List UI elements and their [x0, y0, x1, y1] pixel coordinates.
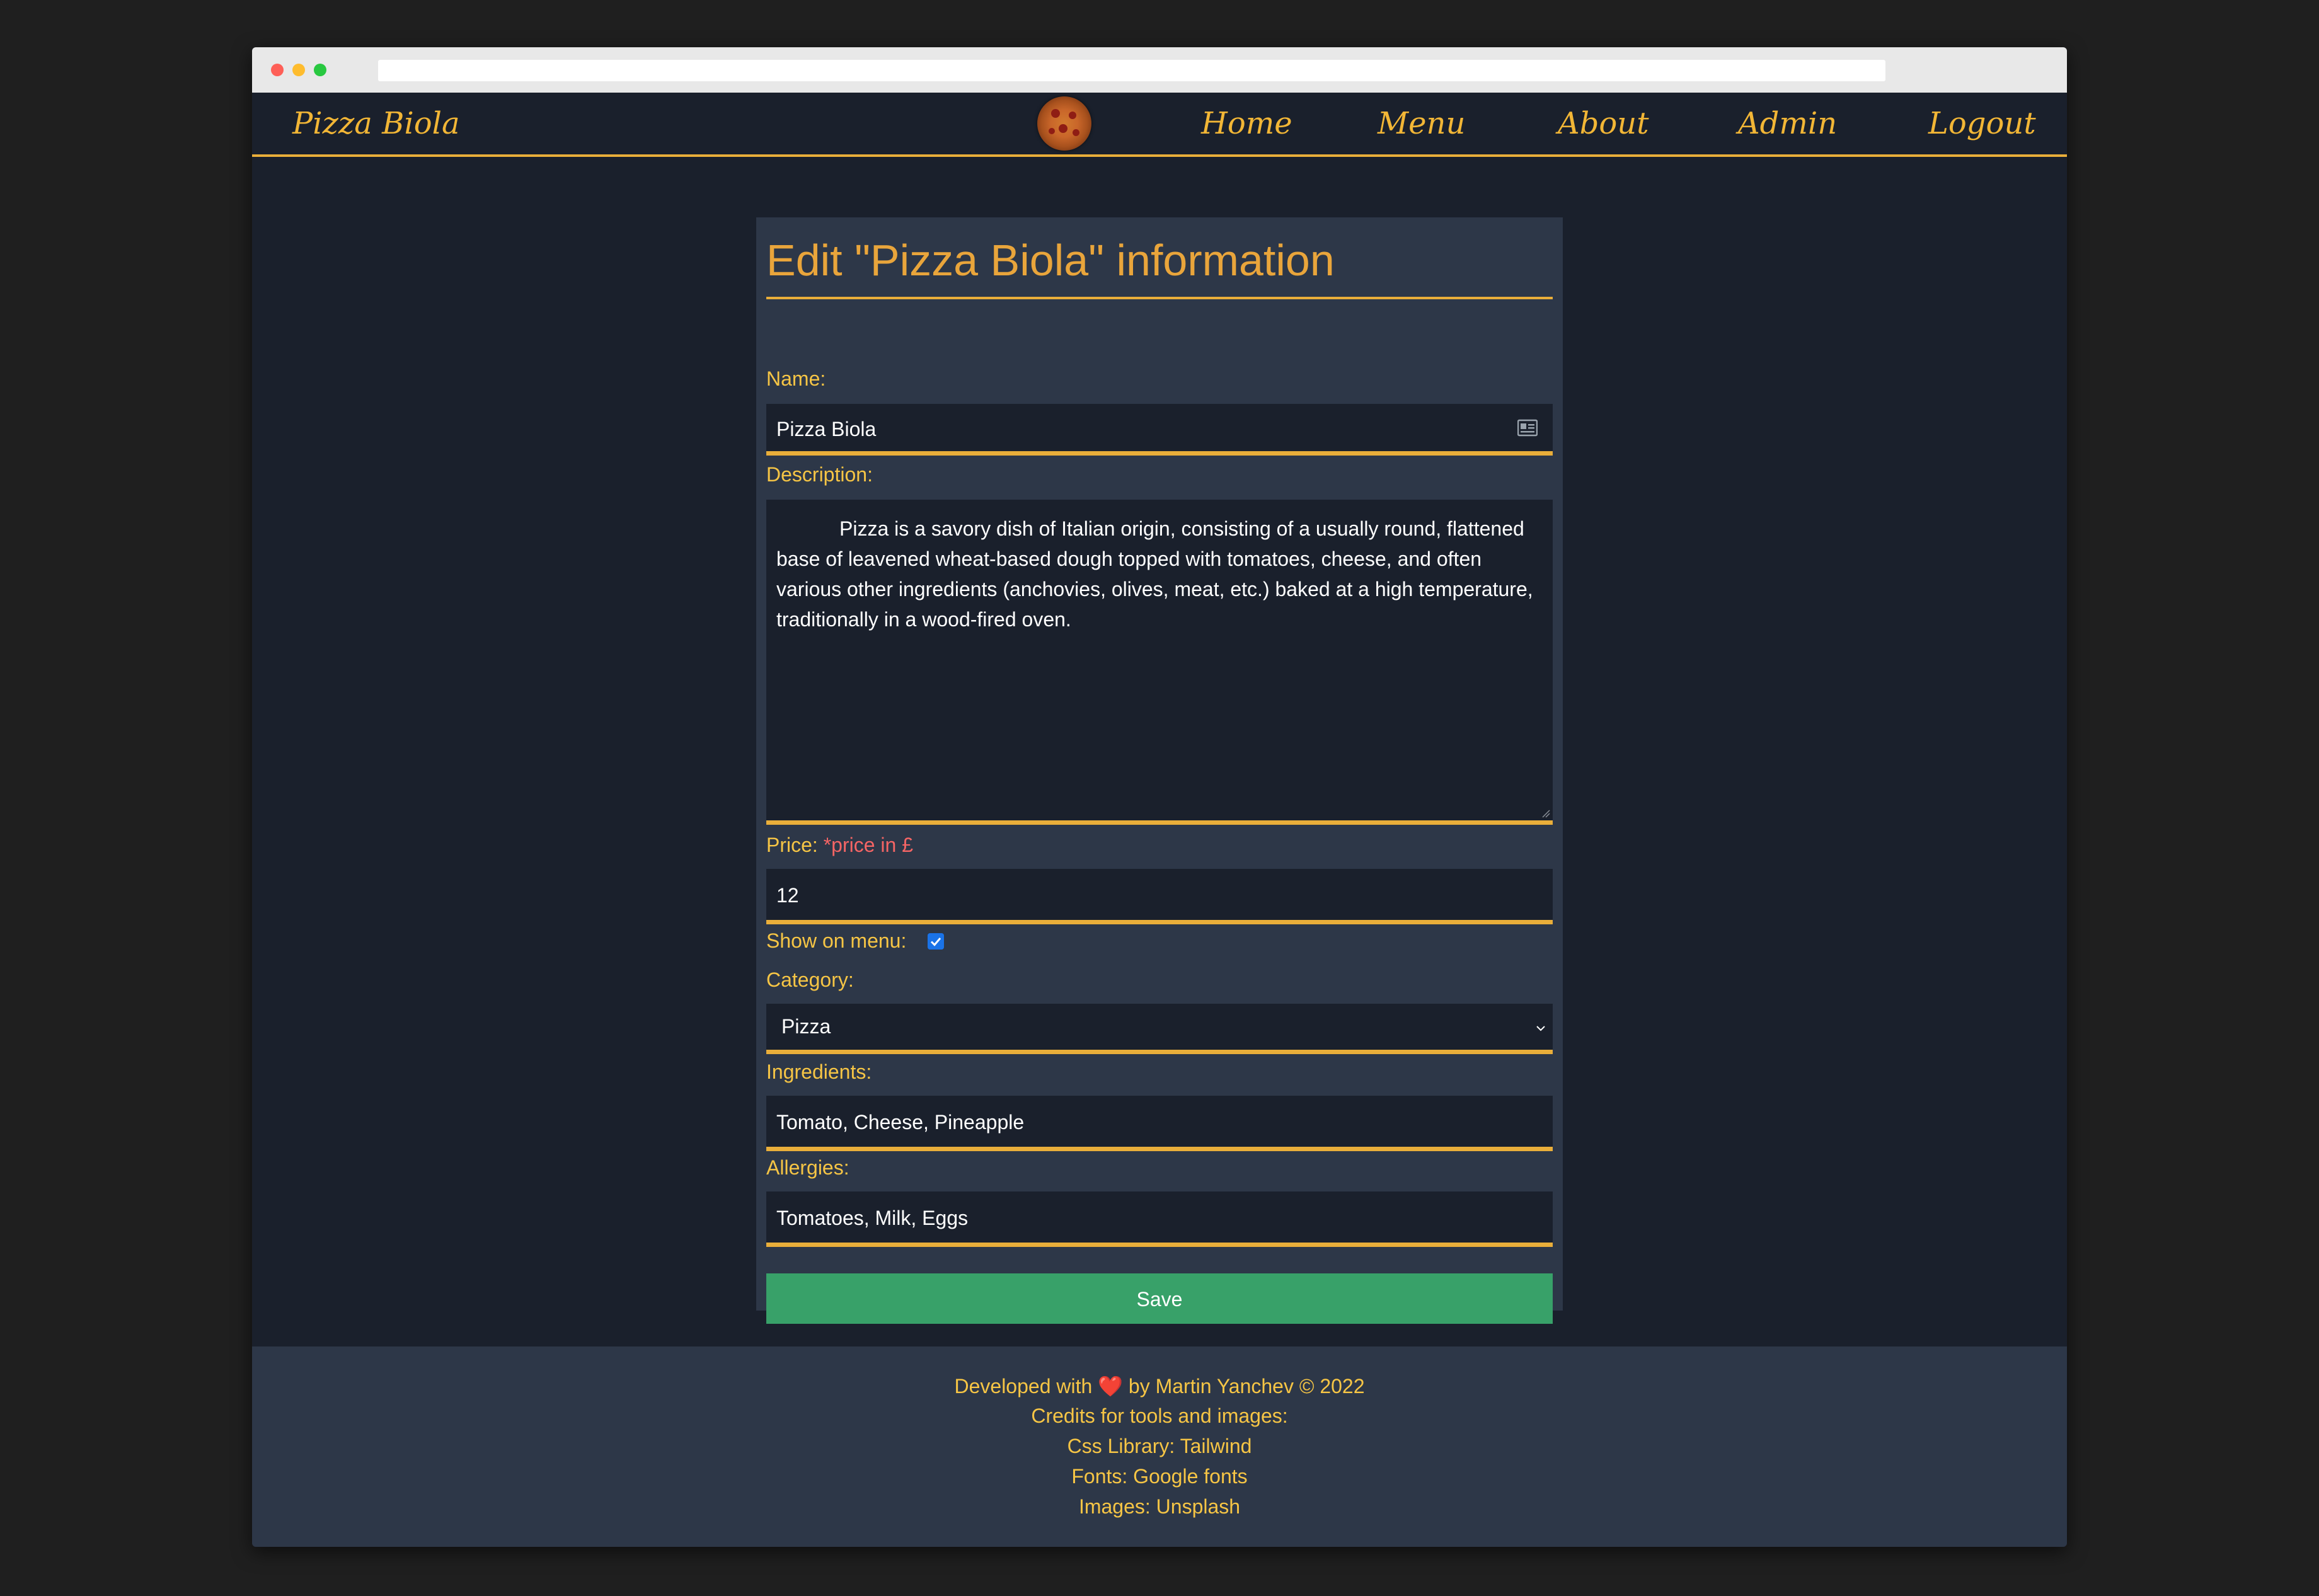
ingredients-label: Ingredients:	[766, 1060, 872, 1083]
pepperoni-icon	[1051, 109, 1060, 118]
form-title: Edit "Pizza Biola" information	[766, 236, 1553, 299]
resize-handle-icon[interactable]	[1541, 809, 1550, 818]
maximize-window-button[interactable]	[314, 64, 326, 76]
pepperoni-icon	[1059, 124, 1067, 133]
contact-card-icon[interactable]	[1517, 419, 1538, 437]
nav-link-admin[interactable]: Admin	[1738, 93, 1837, 154]
browser-window: Pizza Biola Home Menu About Admin Logout…	[252, 47, 2067, 1547]
price-label-text: Price:	[766, 834, 818, 856]
price-value: 12	[776, 884, 799, 907]
description-textarea[interactable]: Pizza is a savory dish of Italian origin…	[766, 500, 1553, 825]
images-credit: Images: Unsplash	[1078, 1495, 1241, 1518]
footer: Developed with ❤️ by Martin Yanchev © 20…	[252, 1346, 2067, 1547]
nav-link-menu[interactable]: Menu	[1378, 93, 1465, 154]
show-on-menu-checkbox[interactable]	[928, 933, 944, 950]
edit-item-form: Edit "Pizza Biola" information Name: Piz…	[756, 217, 1563, 1324]
heart-icon: ❤️	[1098, 1375, 1124, 1398]
category-select[interactable]: Pizza	[766, 1004, 1553, 1054]
chevron-down-icon	[1536, 1026, 1545, 1031]
nav-link-about[interactable]: About	[1558, 93, 1649, 154]
credits-heading: Credits for tools and images:	[1031, 1404, 1288, 1427]
css-library-credit: Css Library: Tailwind	[1067, 1435, 1252, 1457]
browser-chrome	[252, 47, 2067, 93]
developed-suffix: by Martin Yanchev © 2022	[1128, 1375, 1365, 1398]
price-input[interactable]: 12	[766, 869, 1553, 924]
developed-prefix: Developed with	[954, 1375, 1093, 1398]
ingredients-value: Tomato, Cheese, Pineapple	[776, 1111, 1025, 1134]
developer-credit: Developed with ❤️ by Martin Yanchev © 20…	[252, 1374, 2067, 1398]
allergies-label: Allergies:	[766, 1156, 849, 1179]
name-value: Pizza Biola	[776, 418, 877, 440]
address-bar[interactable]	[378, 60, 1885, 81]
category-value: Pizza	[781, 1015, 831, 1038]
close-window-button[interactable]	[271, 64, 284, 76]
allergies-value: Tomatoes, Milk, Eggs	[776, 1207, 969, 1229]
pepperoni-icon	[1069, 112, 1076, 119]
pizza-logo-icon[interactable]	[1037, 96, 1091, 151]
pepperoni-icon	[1049, 128, 1055, 134]
price-label: Price: *price in £	[766, 834, 913, 857]
save-button[interactable]: Save	[766, 1273, 1553, 1324]
pepperoni-icon	[1073, 129, 1079, 136]
navbar: Pizza Biola Home Menu About Admin Logout	[252, 93, 2067, 157]
name-label: Name:	[766, 367, 826, 390]
allergies-input[interactable]: Tomatoes, Milk, Eggs	[766, 1191, 1553, 1247]
show-on-menu-label: Show on menu:	[766, 929, 907, 952]
category-label: Category:	[766, 968, 854, 991]
description-value: Pizza is a savory dish of Italian origin…	[776, 517, 1533, 631]
nav-link-home[interactable]: Home	[1201, 93, 1292, 154]
name-input[interactable]: Pizza Biola	[766, 404, 1553, 456]
minimize-window-button[interactable]	[292, 64, 305, 76]
price-currency-note: *price in £	[823, 834, 913, 856]
brand-link[interactable]: Pizza Biola	[292, 93, 460, 154]
nav-link-logout[interactable]: Logout	[1928, 93, 2036, 154]
ingredients-input[interactable]: Tomato, Cheese, Pineapple	[766, 1096, 1553, 1151]
fonts-credit: Fonts: Google fonts	[1071, 1465, 1248, 1488]
description-label: Description:	[766, 463, 873, 486]
